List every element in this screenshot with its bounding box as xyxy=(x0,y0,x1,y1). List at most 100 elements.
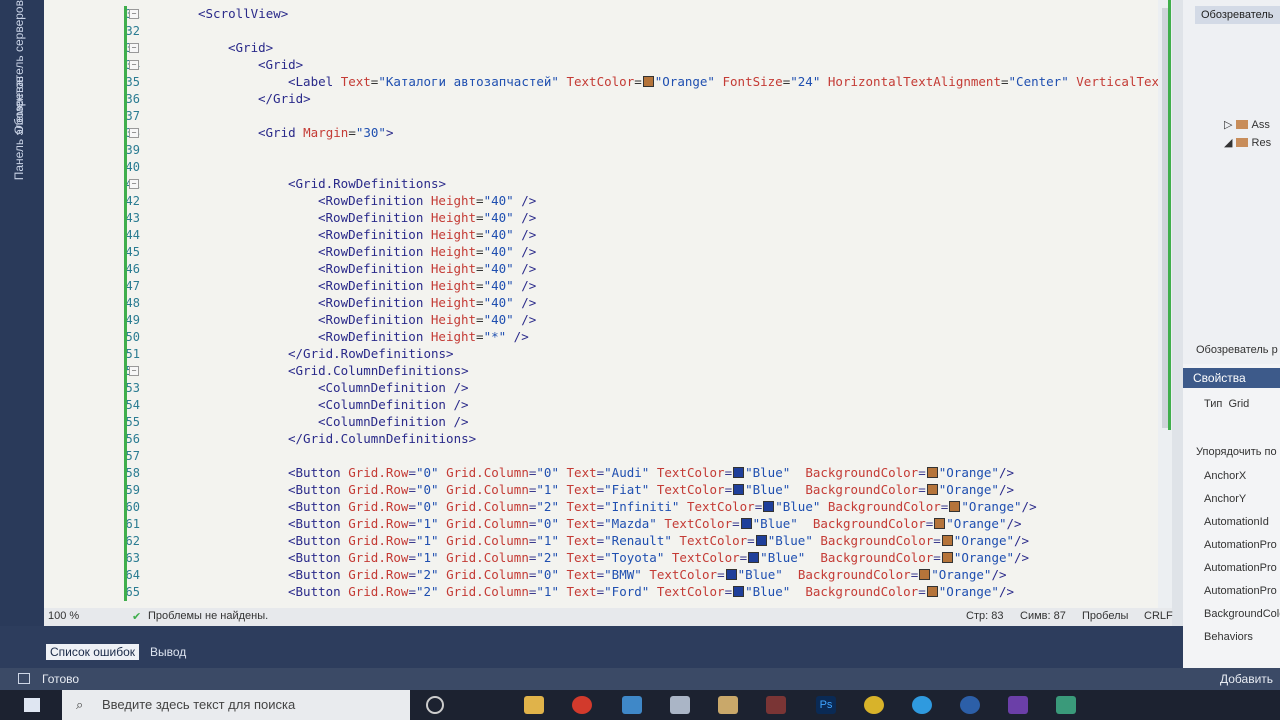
solution-explorer-tab[interactable]: Обозреватель р xyxy=(1196,344,1278,356)
code-line[interactable]: <RowDefinition Height="40" /> xyxy=(318,312,536,328)
code-line[interactable]: <Grid.RowDefinitions> xyxy=(288,176,446,192)
properties-header: Свойства xyxy=(1183,368,1280,388)
line-number: 61 xyxy=(125,517,140,531)
app-icon[interactable] xyxy=(670,696,690,714)
property-name[interactable]: BackgroundColo xyxy=(1204,608,1280,620)
code-line[interactable]: <Button Grid.Row="1" Grid.Column="2" Tex… xyxy=(288,550,1029,566)
code-line[interactable]: <ColumnDefinition /> xyxy=(318,414,469,430)
code-line[interactable]: <Button Grid.Row="0" Grid.Column="2" Tex… xyxy=(288,499,1037,515)
change-bar xyxy=(124,227,127,244)
change-bar xyxy=(124,312,127,329)
zoom-level[interactable]: 100 % xyxy=(48,610,79,622)
whitespace-indicator[interactable]: Пробелы xyxy=(1082,610,1128,622)
property-name[interactable]: AutomationId xyxy=(1204,516,1269,528)
code-line[interactable]: <Button Grid.Row="0" Grid.Column="0" Tex… xyxy=(288,465,1014,481)
code-line[interactable]: <Button Grid.Row="1" Grid.Column="1" Tex… xyxy=(288,533,1029,549)
windows-start-icon[interactable] xyxy=(24,698,40,712)
code-line[interactable]: <RowDefinition Height="*" /> xyxy=(318,329,529,345)
code-line[interactable]: <Button Grid.Row="2" Grid.Column="1" Tex… xyxy=(288,584,1014,600)
line-number: 43 xyxy=(125,211,140,225)
code-line[interactable]: <RowDefinition Height="40" /> xyxy=(318,295,536,311)
property-name[interactable]: AutomationPro xyxy=(1204,539,1277,551)
property-name[interactable]: Behaviors xyxy=(1204,631,1253,643)
line-number: 47 xyxy=(125,279,140,293)
code-line[interactable]: <Grid> xyxy=(228,40,273,56)
code-line[interactable]: <RowDefinition Height="40" /> xyxy=(318,227,536,243)
property-name[interactable]: AnchorX xyxy=(1204,470,1246,482)
property-name[interactable]: AutomationPro xyxy=(1204,562,1277,574)
change-bar xyxy=(124,142,127,159)
toolbox-tab[interactable]: Панель элементов xyxy=(12,76,26,180)
code-line[interactable]: <RowDefinition Height="40" /> xyxy=(318,261,536,277)
sort-by-label[interactable]: Упорядочить по xyxy=(1196,446,1277,458)
line-number: 65 xyxy=(125,585,140,599)
code-line[interactable]: <RowDefinition Height="40" /> xyxy=(318,210,536,226)
code-line[interactable]: <ColumnDefinition /> xyxy=(318,397,469,413)
problems-status[interactable]: Проблемы не найдены. xyxy=(148,610,268,622)
tree-item-assets[interactable]: ▷ Ass xyxy=(1224,118,1270,131)
app-icon-2[interactable] xyxy=(718,696,738,714)
line-number: 56 xyxy=(125,432,140,446)
fold-toggle-icon[interactable]: − xyxy=(129,9,139,19)
fold-toggle-icon[interactable]: − xyxy=(129,60,139,70)
solution-explorer-header[interactable]: Обозреватель xyxy=(1195,6,1280,24)
search-icon: ⌕ xyxy=(76,697,84,712)
change-bar xyxy=(124,210,127,227)
code-line[interactable]: <Label Text="Каталоги автозапчастей" Tex… xyxy=(288,74,1172,90)
folder-icon xyxy=(1235,120,1248,129)
line-number: 51 xyxy=(125,347,140,361)
task-view-icon[interactable] xyxy=(426,696,444,714)
fold-toggle-icon[interactable]: − xyxy=(129,43,139,53)
change-bar xyxy=(124,159,127,176)
media-icon[interactable] xyxy=(766,696,786,714)
tab-output[interactable]: Вывод xyxy=(146,644,190,660)
type-label: Тип Grid xyxy=(1204,398,1250,410)
change-bar xyxy=(124,193,127,210)
tab-error-list[interactable]: Список ошибок xyxy=(46,644,140,660)
app-icon-3[interactable] xyxy=(864,696,884,714)
code-line[interactable]: </Grid.ColumnDefinitions> xyxy=(288,431,476,447)
bottom-panel: Список ошибок Вывод xyxy=(0,626,1183,668)
code-line[interactable]: </Grid> xyxy=(258,91,311,107)
line-number: 39 xyxy=(125,143,140,157)
property-name[interactable]: AutomationPro xyxy=(1204,585,1277,597)
app-icon-4[interactable] xyxy=(960,696,980,714)
code-line[interactable]: <RowDefinition Height="40" /> xyxy=(318,193,536,209)
line-number: 53 xyxy=(125,381,140,395)
line-number: 49 xyxy=(125,313,140,327)
code-line[interactable]: <Grid Margin="30"> xyxy=(258,125,393,141)
change-bar xyxy=(124,295,127,312)
photoshop-icon[interactable]: Ps xyxy=(816,696,836,714)
code-line[interactable]: <ColumnDefinition /> xyxy=(318,380,469,396)
mail-icon[interactable] xyxy=(622,696,642,714)
code-line[interactable]: </Grid.RowDefinitions> xyxy=(288,346,454,362)
change-bar xyxy=(124,278,127,295)
edge-icon[interactable] xyxy=(912,696,932,714)
visual-studio-icon[interactable] xyxy=(1008,696,1028,714)
output-icon xyxy=(18,673,30,684)
line-ending-indicator[interactable]: CRLF xyxy=(1144,610,1173,622)
tree-item-resources[interactable]: ◢ Res xyxy=(1224,136,1271,149)
change-bar xyxy=(124,397,127,414)
code-line[interactable]: <Button Grid.Row="1" Grid.Column="0" Tex… xyxy=(288,516,1022,532)
fold-toggle-icon[interactable]: − xyxy=(129,128,139,138)
code-line[interactable]: <Grid> xyxy=(258,57,303,73)
change-bar xyxy=(124,465,127,482)
code-editor[interactable]: 31−<ScrollView>3233−<Grid>34−<Grid>35<La… xyxy=(44,0,1172,608)
property-name[interactable]: AnchorY xyxy=(1204,493,1246,505)
code-line[interactable]: <ScrollView> xyxy=(198,6,288,22)
file-explorer-icon[interactable] xyxy=(524,696,544,714)
change-bar xyxy=(124,380,127,397)
fold-toggle-icon[interactable]: − xyxy=(129,179,139,189)
yandex-icon[interactable] xyxy=(572,696,592,714)
code-line[interactable]: <Button Grid.Row="2" Grid.Column="0" Tex… xyxy=(288,567,1007,583)
code-line[interactable]: <Button Grid.Row="0" Grid.Column="1" Tex… xyxy=(288,482,1014,498)
ready-status: Готово xyxy=(42,672,80,686)
taskbar-search-box[interactable]: ⌕ Введите здесь текст для поиска xyxy=(62,690,410,720)
change-bar xyxy=(124,414,127,431)
app-icon-5[interactable] xyxy=(1056,696,1076,714)
code-line[interactable]: <RowDefinition Height="40" /> xyxy=(318,244,536,260)
code-line[interactable]: <Grid.ColumnDefinitions> xyxy=(288,363,469,379)
code-line[interactable]: <RowDefinition Height="40" /> xyxy=(318,278,536,294)
fold-toggle-icon[interactable]: − xyxy=(129,366,139,376)
